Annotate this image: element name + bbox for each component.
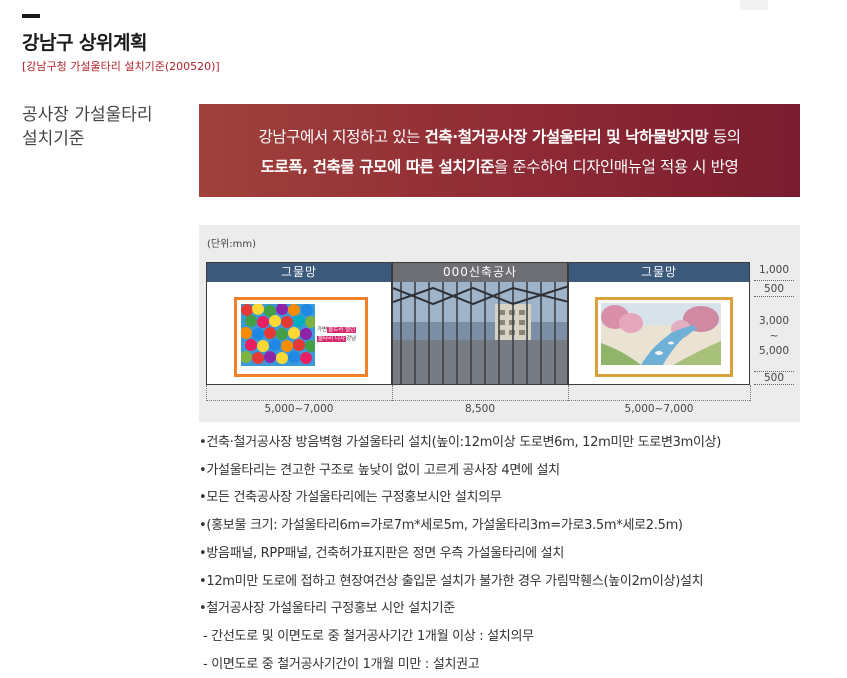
dim-line	[754, 384, 794, 385]
banner-line-1: 강남구에서 지정하고 있는 건축·철거공사장 가설울타리 및 낙하물방지망 등의	[199, 122, 800, 152]
guideline-list: •건축·철거공사장 방음벽형 가설울타리 설치(높이:12m이상 도로변6m, …	[199, 429, 809, 678]
dim-width-left: 5,000~7,000	[264, 403, 334, 415]
dim-height-mid-to: 5,000	[758, 345, 790, 357]
title-accent-bar	[22, 14, 40, 18]
banner-line1-post: 등의	[708, 128, 741, 146]
guideline-item: •건축·철거공사장 방음벽형 가설울타리 설치(높이:12m이상 도로변6m, …	[199, 435, 722, 450]
promo-sign-text-line1: 가변울트라 밸런	[317, 327, 357, 333]
balloons-image	[241, 304, 315, 366]
guideline-item: •(홍보물 크기: 가설울타리6m=가로7m*세로5m, 가설울타리3m=가로3…	[199, 518, 683, 534]
promo-sign-text-line2: 울타리 디자강남	[317, 336, 357, 342]
dim-line	[754, 280, 794, 281]
banner-line1-pre: 강남구에서 지정하고 있는	[258, 128, 425, 146]
fence-diagram: (단위:mm) 그물망 가변울트라 밸런 울타리 디자강남 000신축공사 그물…	[199, 225, 800, 422]
guideline-item: •모든 건축공사장 가설울타리에는 구정홍보시안 설치의무	[199, 490, 502, 506]
dim-line-bottom-left	[206, 390, 392, 401]
construction-site-photo	[393, 282, 567, 384]
promo-sign-text: 가변울트라 밸런 울타리 디자강남	[317, 326, 357, 344]
banner-line2-bold: 도로폭, 건축물 규모에 따른 설치기준	[260, 158, 495, 176]
guideline-item: •방음패널, RPP패널, 건축허가표지판은 정면 우측 가설울타리에 설치	[199, 545, 564, 561]
banner-line2-post: 을 준수하여 디자인매뉴얼 적용 시 반영	[493, 158, 739, 176]
dim-line-bottom-middle	[392, 390, 568, 401]
guideline-item: •철거공사장 가설울타리 구정홍보 시안 설치기준	[199, 601, 455, 617]
stream-painting-image	[601, 303, 721, 365]
summary-banner: 강남구에서 지정하고 있는 건축·철거공사장 가설울타리 및 낙하물방지망 등의…	[199, 104, 800, 197]
guideline-item: •가설울타리는 견고한 구조로 높낮이 없이 고르게 공사장 4면에 설치	[199, 462, 560, 478]
dim-height-top: 500	[763, 283, 785, 295]
height-dimensions: 1,000 500 3,000 ~ 5,000 500	[752, 262, 798, 385]
panel-header-right: 그물망	[569, 263, 749, 282]
dim-height-total: 1,000	[758, 264, 790, 276]
panel-header-middle: 000신축공사	[393, 263, 567, 282]
dim-height-bottom: 500	[763, 372, 785, 384]
fence-panel-left: 그물망 가변울트라 밸런 울타리 디자강남	[206, 262, 392, 385]
promo-sign-left: 가변울트라 밸런 울타리 디자강남	[234, 297, 368, 377]
promo-sign-right	[595, 297, 733, 377]
guideline-item: •12m미만 도로에 접하고 현장여건상 출입문 설치가 불가한 경우 가림막휀…	[199, 573, 704, 589]
dim-tick	[750, 385, 751, 401]
section-label-line1: 공사장 가설울타리	[22, 105, 153, 125]
corner-decoration	[740, 0, 768, 10]
fence-panel-middle: 000신축공사	[392, 262, 568, 385]
dim-line	[754, 296, 794, 297]
panel-header-left: 그물망	[207, 263, 391, 282]
dim-height-mid-from: 3,000	[758, 315, 790, 327]
banner-line1-bold: 건축·철거공사장 가설울타리 및 낙하물방지망	[424, 128, 709, 146]
section-label-line2: 설치기준	[22, 129, 85, 149]
unit-label: (단위:mm)	[207, 239, 257, 250]
fence-panel-right: 그물망	[568, 262, 750, 385]
dim-width-right: 5,000~7,000	[624, 403, 694, 415]
dim-width-middle: 8,500	[464, 403, 496, 415]
dim-height-mid-sep: ~	[769, 330, 779, 342]
dim-line-bottom-right	[568, 390, 750, 401]
guideline-subitem: - 간선도로 및 이면도로 중 철거공사기간 1개월 이상 : 설치의무	[203, 628, 534, 644]
page-title: 강남구 상위계획	[22, 32, 147, 54]
banner-line-2: 도로폭, 건축물 규모에 따른 설치기준을 준수하여 디자인매뉴얼 적용 시 반…	[199, 152, 800, 182]
page-subtitle: [강남구청 가설울타리 설치기준(200520)]	[22, 60, 220, 73]
guideline-subitem: - 이면도로 중 철거공사기간이 1개월 미만 : 설치권고	[203, 656, 480, 672]
section-label: 공사장 가설울타리 설치기준	[22, 103, 153, 151]
